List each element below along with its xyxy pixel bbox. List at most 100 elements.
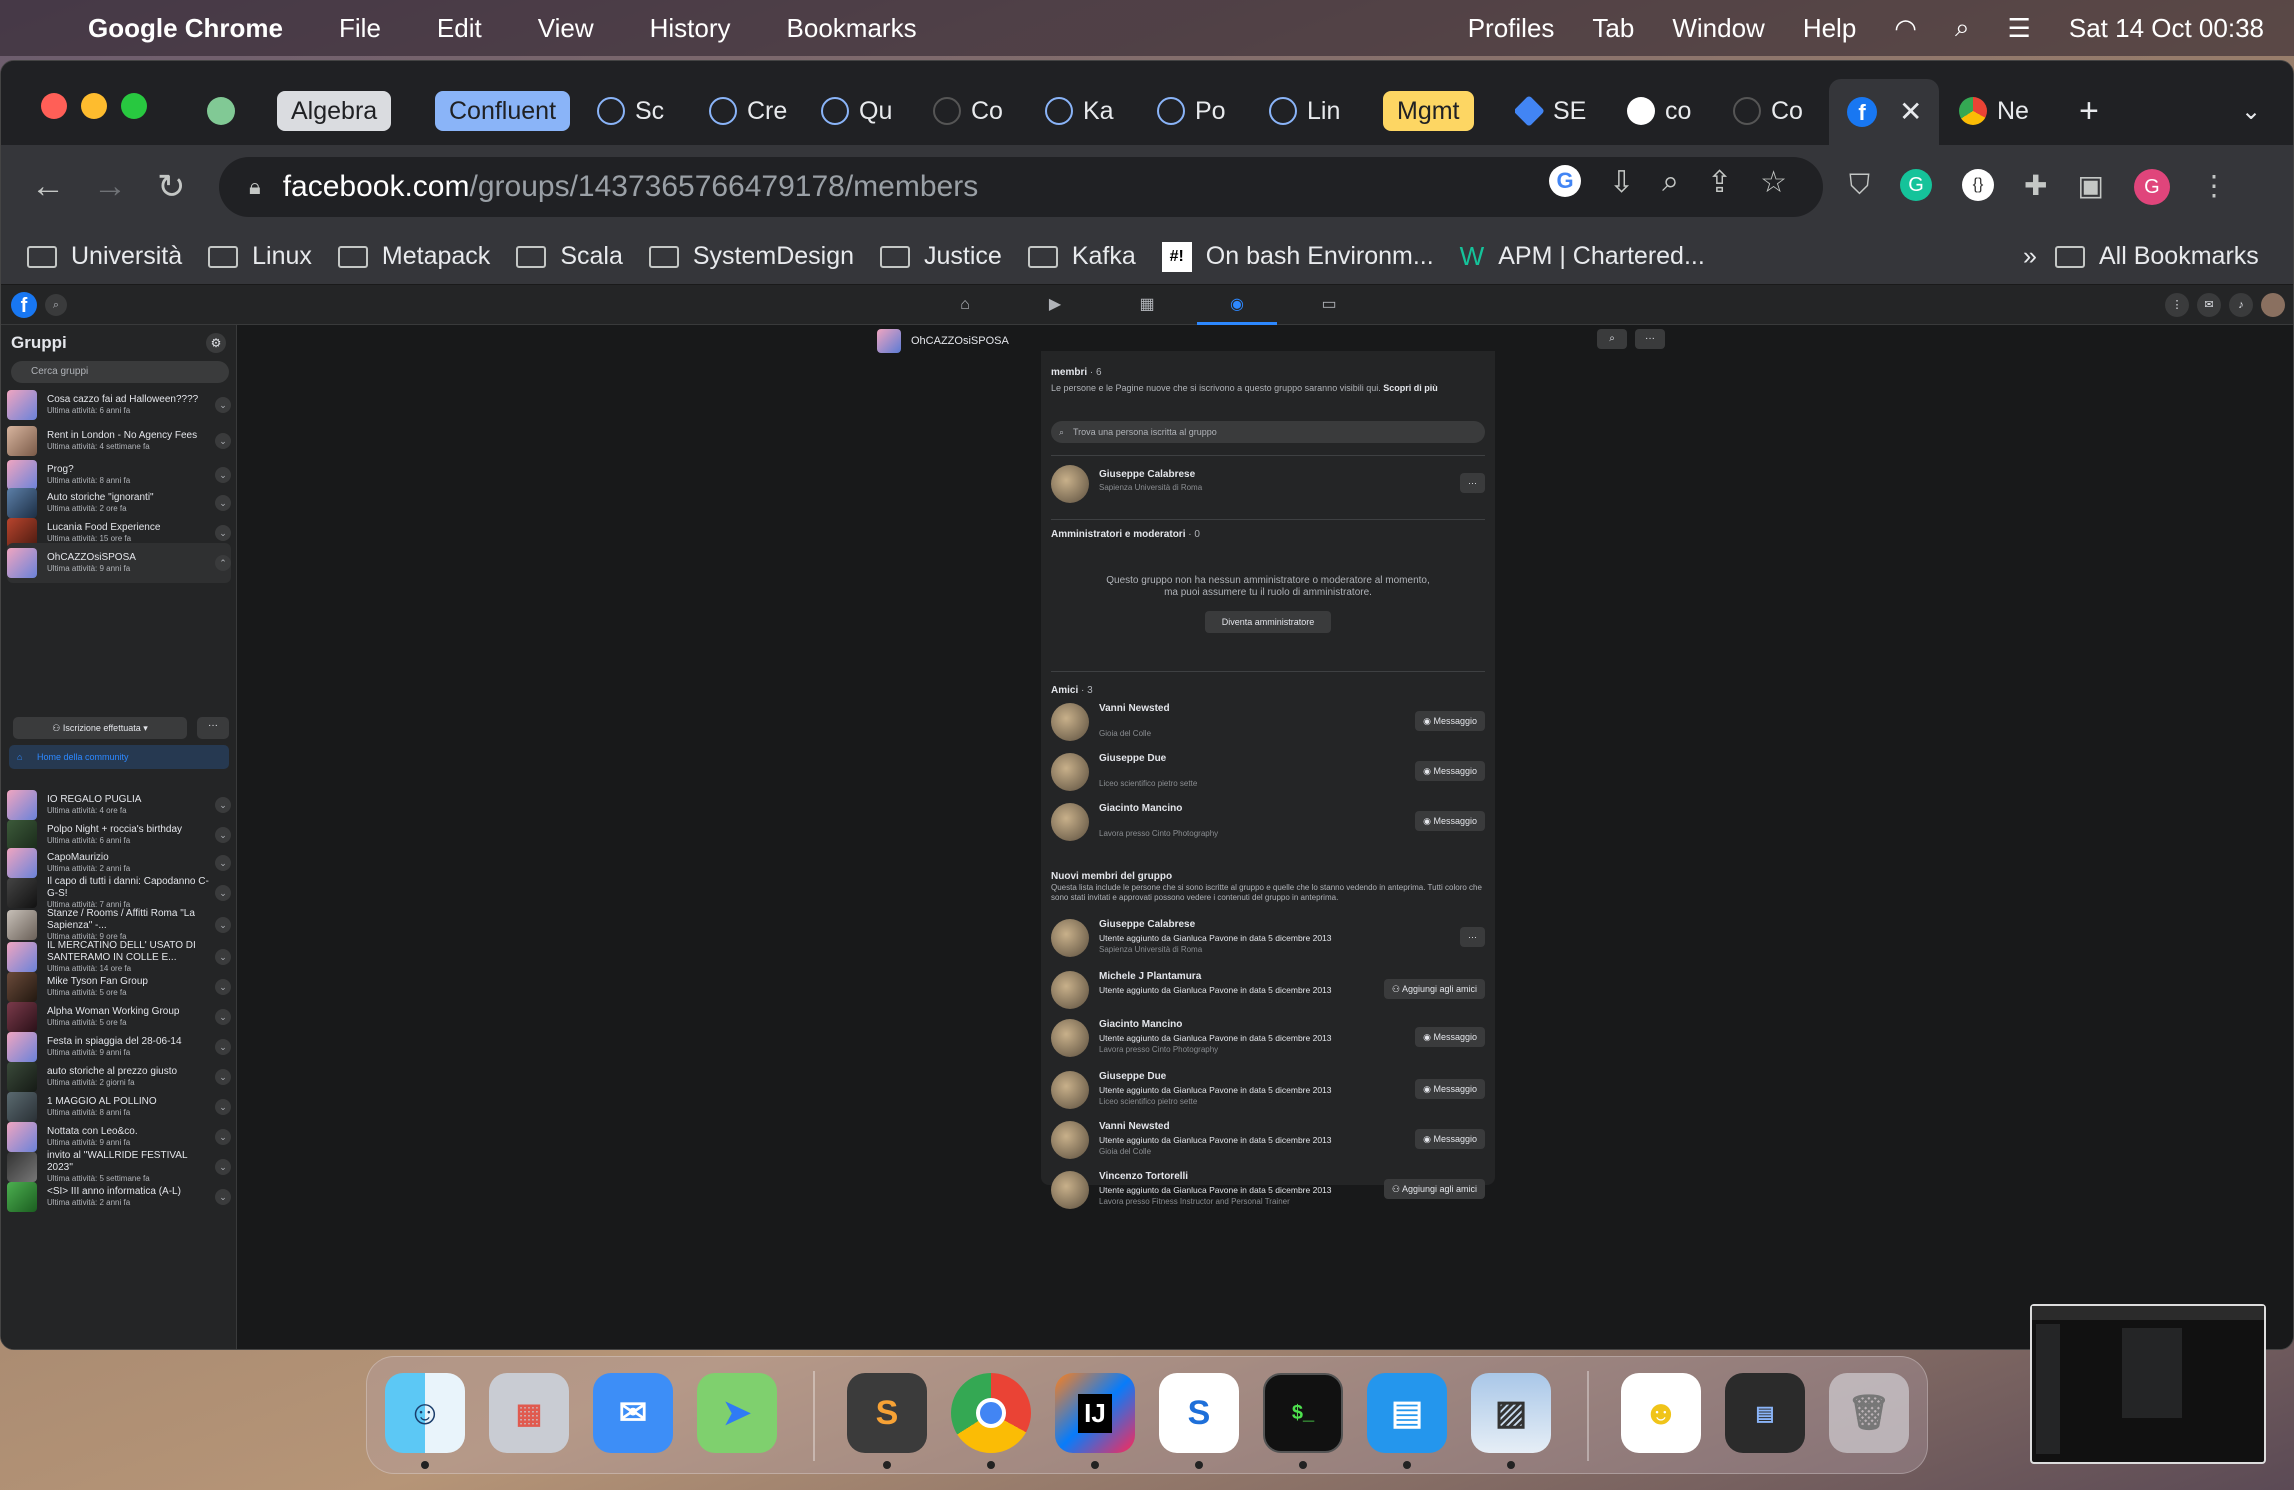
avatar[interactable]: [1051, 1171, 1089, 1209]
become-admin-button[interactable]: Diventa amministratore: [1205, 611, 1331, 633]
community-home-link[interactable]: ⌂ Home della community: [9, 745, 229, 769]
menu-view[interactable]: View: [538, 13, 594, 44]
member-row[interactable]: Giuseppe Calabrese Sapienza Università d…: [1051, 463, 1485, 505]
membership-button[interactable]: ⚇ Iscrizione effettuata ▾: [13, 717, 187, 739]
avatar[interactable]: [1051, 919, 1089, 957]
avatar[interactable]: [1051, 1071, 1089, 1109]
group-search-button[interactable]: ⌕: [1597, 329, 1627, 349]
avatar[interactable]: [1051, 465, 1089, 503]
bookmark-link[interactable]: W APM | Chartered...: [1460, 241, 1705, 272]
trash-icon[interactable]: 🗑︎: [1829, 1373, 1909, 1453]
back-icon[interactable]: ←: [31, 167, 65, 206]
reload-icon[interactable]: ↻: [157, 167, 186, 207]
bookmark-folder[interactable]: Scala: [516, 242, 623, 271]
install-app-icon[interactable]: ⇩: [1609, 165, 1634, 200]
puzzle-extensions-icon[interactable]: ✚: [2024, 169, 2047, 205]
member-name[interactable]: Vanni Newsted: [1099, 703, 1170, 714]
friend-row[interactable]: Giuseppe Due Liceo scientifico pietro se…: [1051, 751, 1485, 793]
maps-icon[interactable]: ➤: [697, 1373, 777, 1453]
group-title[interactable]: OhCAZZOsiSPOSA: [877, 329, 1009, 353]
member-name[interactable]: Giacinto Mancino: [1099, 1019, 1182, 1030]
bookmark-folder[interactable]: Metapack: [337, 242, 490, 271]
bookmarks-overflow-icon[interactable]: »: [2023, 242, 2037, 271]
tab-search-chevron-icon[interactable]: ⌄: [2241, 89, 2261, 133]
new-member-row[interactable]: Giacinto Mancino Utente aggiunto da Gian…: [1051, 1017, 1485, 1059]
avatar[interactable]: [1051, 971, 1089, 1009]
menu-profiles[interactable]: Profiles: [1468, 13, 1555, 44]
new-member-row[interactable]: Giuseppe Due Utente aggiunto da Gianluca…: [1051, 1069, 1485, 1111]
profile-avatar[interactable]: G: [2133, 169, 2170, 205]
chevron-down-icon[interactable]: ⌄: [215, 855, 231, 871]
tab-item[interactable]: Qu: [821, 89, 901, 133]
surfshark-icon[interactable]: S: [1159, 1373, 1239, 1453]
settings-gear-icon[interactable]: ⚙: [206, 333, 226, 353]
fb-marketplace-icon[interactable]: ▦: [1107, 285, 1187, 325]
member-name[interactable]: Giacinto Mancino: [1099, 803, 1182, 814]
window-thumbnail-icon[interactable]: ▤: [1725, 1373, 1805, 1453]
tab-group-mgmt[interactable]: Mgmt: [1383, 89, 1474, 133]
docker-icon[interactable]: ▤: [1367, 1373, 1447, 1453]
chevron-down-icon[interactable]: ⌄: [215, 1129, 231, 1145]
fb-messenger-icon[interactable]: ✉: [2197, 293, 2221, 317]
chevron-down-icon[interactable]: ⌄: [215, 1189, 231, 1205]
chevron-down-icon[interactable]: ⌄: [215, 949, 231, 965]
tab-item[interactable]: Cre: [709, 89, 789, 133]
bookmark-folder[interactable]: Justice: [880, 242, 1002, 271]
sidebar-group-item[interactable]: OhCAZZOsiSPOSA Ultima attività: 9 anni f…: [7, 543, 231, 583]
chevron-down-icon[interactable]: ⌄: [215, 1099, 231, 1115]
message-button[interactable]: ◉ Messaggio: [1415, 711, 1485, 731]
fb-gaming-icon[interactable]: ▭: [1289, 285, 1369, 325]
tab-item[interactable]: co: [1627, 89, 1707, 133]
chevron-down-icon[interactable]: ⌄: [215, 1039, 231, 1055]
chevron-down-icon[interactable]: ⌄: [215, 1009, 231, 1025]
zoom-icon[interactable]: ⌕: [1662, 165, 1679, 200]
member-name[interactable]: Giuseppe Calabrese: [1099, 919, 1195, 930]
learn-more-link[interactable]: Scopri di più: [1383, 383, 1438, 393]
fb-notifications-icon[interactable]: ♪: [2229, 293, 2253, 317]
close-window-button[interactable]: [41, 93, 67, 119]
menu-file[interactable]: File: [339, 13, 381, 44]
grammarly-icon[interactable]: G: [1900, 169, 1933, 201]
side-panel-icon[interactable]: ▣: [2077, 169, 2103, 205]
lock-icon[interactable]: 🔒︎: [249, 174, 261, 200]
close-tab-icon[interactable]: ✕: [1899, 95, 1922, 128]
menu-edit[interactable]: Edit: [437, 13, 482, 44]
terminal-icon[interactable]: $_: [1263, 1373, 1343, 1453]
tab-item[interactable]: Co: [933, 89, 1013, 133]
tab-group-dot[interactable]: [207, 89, 245, 133]
add-friend-button[interactable]: ⚇ Aggiungi agli amici: [1383, 1179, 1485, 1199]
new-member-row[interactable]: Michele J Plantamura Utente aggiunto da …: [1051, 969, 1485, 1011]
fb-profile-avatar[interactable]: [2261, 293, 2285, 317]
share-icon[interactable]: ⇪: [1707, 165, 1732, 200]
chrome-dock-icon[interactable]: [951, 1373, 1031, 1453]
friend-row[interactable]: Giacinto Mancino Lavora presso Cinto Pho…: [1051, 801, 1485, 843]
minimize-window-button[interactable]: [81, 93, 107, 119]
sidebar-group-item[interactable]: <SI> III anno informatica (A-L) Ultima a…: [7, 1177, 231, 1217]
group-search-input[interactable]: Cerca gruppi: [11, 361, 229, 383]
mail-icon[interactable]: ✉: [593, 1373, 673, 1453]
screenshot-preview-thumbnail[interactable]: [2030, 1304, 2266, 1464]
member-name[interactable]: Vanni Newsted: [1099, 1121, 1170, 1132]
message-button[interactable]: ◉ Messaggio: [1415, 761, 1485, 781]
finder-icon[interactable]: ☺: [385, 1373, 465, 1453]
fb-groups-icon[interactable]: ◉: [1197, 285, 1277, 325]
member-options-button[interactable]: ···: [1460, 473, 1485, 493]
chevron-down-icon[interactable]: ⌄: [215, 1069, 231, 1085]
chevron-down-icon[interactable]: ⌄: [215, 433, 231, 449]
chevron-down-icon[interactable]: ⌄: [215, 885, 231, 901]
group-more-button[interactable]: ···: [197, 717, 229, 739]
chevron-down-icon[interactable]: ⌄: [215, 827, 231, 843]
chrome-menu-icon[interactable]: ⋮: [2200, 169, 2228, 205]
tab-item[interactable]: Ka: [1045, 89, 1125, 133]
message-button[interactable]: ◉ Messaggio: [1415, 1027, 1485, 1047]
new-member-row[interactable]: Giuseppe Calabrese Utente aggiunto da Gi…: [1051, 917, 1485, 959]
tab-item[interactable]: Co: [1733, 89, 1813, 133]
group-options-button[interactable]: ···: [1635, 329, 1665, 349]
menu-help[interactable]: Help: [1803, 13, 1856, 44]
tab-item[interactable]: SE: [1515, 89, 1595, 133]
member-search-input[interactable]: ⌕ Trova una persona iscritta al gruppo: [1051, 421, 1485, 443]
fb-menu-icon[interactable]: ⋮: [2165, 293, 2189, 317]
member-name[interactable]: Giuseppe Due: [1099, 753, 1166, 764]
add-friend-button[interactable]: ⚇ Aggiungi agli amici: [1383, 979, 1485, 999]
tab-item[interactable]: Sc: [597, 89, 677, 133]
